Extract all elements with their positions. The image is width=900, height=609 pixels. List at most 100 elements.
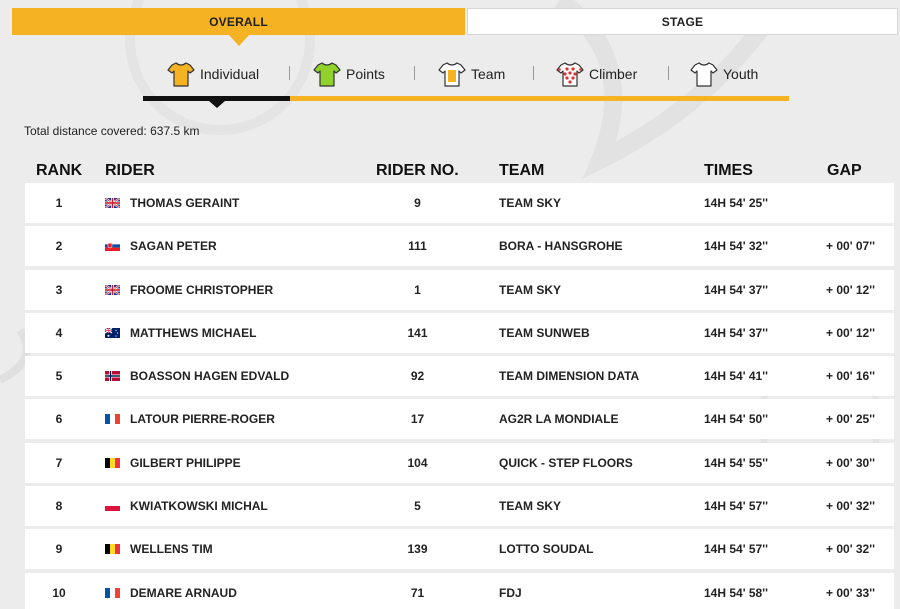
rank-cell: 9 [55, 542, 63, 557]
table-row[interactable]: 4 MATTHEWS MICHAEL 141 TEAM SUNWEB 14H 54' 3… [25, 312, 894, 353]
standings-table: RANK RIDER RIDER NO. TEAM TIMES GAP 1 THO… [25, 157, 894, 609]
time-cell: 14H 54' 37'' [704, 282, 768, 297]
tab-label: Points [346, 66, 385, 82]
tab-label: Team [471, 66, 506, 82]
table-row[interactable]: 5 BOASSON HAGEN EDVALD 92 TEAM DIMENSION DA… [25, 356, 894, 397]
header-rider[interactable]: RIDER [105, 162, 155, 180]
rider-number-cell: 111 [408, 239, 427, 254]
gap-cell: + 00' 12'' [826, 325, 875, 340]
rider-name-link[interactable]: MATTHEWS MICHAEL [130, 313, 256, 353]
table-row[interactable]: 6 LATOUR PIERRE-ROGER 17 AG2R LA MONDIALE 14… [25, 399, 894, 440]
time-cell: 14H 54' 55'' [704, 455, 768, 470]
team-name-link[interactable]: BORA - HANSGROHE [499, 226, 623, 266]
flag-fr-icon [105, 399, 121, 439]
header-times[interactable]: TIMES [704, 162, 753, 180]
team-name-link[interactable]: TEAM SKY [499, 486, 561, 526]
rider-number-cell: 104 [407, 455, 428, 470]
team-name-link[interactable]: TEAM SKY [499, 183, 561, 223]
team-name-link[interactable]: AG2R LA MONDIALE [499, 399, 619, 439]
table-row[interactable]: 3 FROOME CHRISTOPHER 1 TEAM SKY 14H 54' 37''… [25, 269, 894, 310]
rank-cell: 4 [55, 325, 63, 340]
header-rank[interactable]: RANK [36, 162, 82, 180]
team-name-link[interactable]: TEAM SUNWEB [499, 313, 590, 353]
rider-name-link[interactable]: DEMARE ARNAUD [130, 573, 237, 609]
tab-team[interactable]: Team [438, 57, 505, 91]
rider-name-link[interactable]: BOASSON HAGEN EDVALD [130, 356, 289, 396]
polka-dot-jersey-icon [556, 62, 584, 87]
tab-separator [533, 66, 534, 80]
header-gap[interactable]: GAP [827, 162, 862, 180]
table-body: 1 THOMAS GERAINT 9 TEAM SKY 14H 54' 25'' 2 SAG… [25, 183, 894, 609]
rank-cell: 10 [52, 585, 66, 600]
gap-cell: + 00' 30'' [826, 455, 875, 470]
team-name-link[interactable]: FDJ [499, 573, 522, 609]
overall-button[interactable]: OVERALL [12, 8, 465, 35]
gap-cell: + 00' 32'' [826, 499, 875, 514]
table-row[interactable]: 2 SAGAN PETER 111 BORA - HANSGROHE 14H 54' 3… [25, 226, 894, 267]
rider-name-link[interactable]: WELLENS TIM [130, 529, 213, 569]
rank-cell: 8 [55, 499, 63, 514]
tab-underline [290, 96, 789, 101]
time-cell: 14H 54' 25'' [704, 196, 768, 210]
header-rider-no[interactable]: RIDER NO. [376, 162, 459, 180]
rank-cell: 6 [55, 412, 63, 427]
rider-number-cell: 141 [407, 325, 428, 340]
gap-cell: + 00' 33'' [826, 585, 875, 600]
rank-cell: 7 [55, 455, 63, 470]
gap-cell: + 00' 16'' [826, 369, 875, 384]
flag-pl-icon [105, 486, 121, 526]
rider-number-cell: 1 [414, 282, 421, 297]
rider-number-cell: 139 [407, 542, 428, 557]
rider-name-link[interactable]: SAGAN PETER [130, 226, 217, 266]
active-tab-arrow [209, 101, 225, 108]
white-jersey-icon [690, 62, 718, 87]
tab-separator [668, 66, 669, 80]
time-cell: 14H 54' 57'' [704, 542, 768, 557]
total-distance: Total distance covered: 637.5 km [24, 124, 199, 138]
rider-name-link[interactable]: LATOUR PIERRE-ROGER [130, 399, 275, 439]
team-name-link[interactable]: TEAM SKY [499, 270, 561, 310]
tab-label: Individual [200, 66, 260, 82]
table-row[interactable]: 8 KWIATKOWSKI MICHAL 5 TEAM SKY 14H 54' 57''… [25, 486, 894, 527]
tab-individual[interactable]: Individual [167, 57, 259, 91]
team-name-link[interactable]: LOTTO SOUDAL [499, 529, 593, 569]
distance-label: Total distance covered: [24, 124, 147, 138]
team-name-link[interactable]: TEAM DIMENSION DATA [499, 356, 639, 396]
table-row[interactable]: 10 DEMARE ARNAUD 71 FDJ 14H 54' 58'' + 00' 33… [25, 572, 894, 609]
rank-cell: 3 [55, 282, 63, 297]
yellow-jersey-icon [167, 62, 195, 87]
rank-cell: 1 [55, 196, 63, 210]
flag-gb-icon [105, 183, 121, 223]
stage-button[interactable]: STAGE [467, 8, 898, 35]
classification-tabs: Individual Points Team Climber Youth [143, 52, 789, 108]
tab-label: Climber [589, 66, 638, 82]
rider-name-link[interactable]: KWIATKOWSKI MICHAL [130, 486, 268, 526]
time-cell: 14H 54' 50'' [704, 412, 768, 427]
rank-cell: 2 [55, 239, 63, 254]
tab-separator [289, 66, 290, 80]
rider-number-cell: 17 [410, 412, 425, 427]
flag-be-icon [105, 529, 121, 569]
table-row[interactable]: 7 GILBERT PHILIPPE 104 QUICK - STEP FLOORS 1… [25, 442, 894, 483]
header-team[interactable]: TEAM [499, 162, 544, 180]
rider-name-link[interactable]: THOMAS GERAINT [130, 183, 239, 223]
flag-fr-icon [105, 573, 121, 609]
time-cell: 14H 54' 32'' [704, 239, 768, 254]
tab-climber[interactable]: Climber [556, 57, 637, 91]
green-jersey-icon [313, 62, 341, 87]
rider-name-link[interactable]: FROOME CHRISTOPHER [130, 270, 273, 310]
table-row[interactable]: 9 WELLENS TIM 139 LOTTO SOUDAL 14H 54' 57'' +… [25, 529, 894, 570]
team-jersey-icon [438, 62, 466, 87]
team-name-link[interactable]: QUICK - STEP FLOORS [499, 443, 633, 483]
tab-points[interactable]: Points [313, 57, 385, 91]
rider-number-cell: 71 [410, 585, 425, 600]
rank-cell: 5 [55, 369, 63, 384]
time-cell: 14H 54' 41'' [704, 369, 768, 384]
table-row[interactable]: 1 THOMAS GERAINT 9 TEAM SKY 14H 54' 25'' [25, 183, 894, 223]
flag-sk-icon [105, 226, 121, 266]
rider-name-link[interactable]: GILBERT PHILIPPE [130, 443, 241, 483]
gap-cell: + 00' 25'' [826, 412, 875, 427]
tab-youth[interactable]: Youth [690, 57, 758, 91]
rider-number-cell: 5 [414, 499, 421, 514]
distance-value: 637.5 km [150, 124, 200, 138]
